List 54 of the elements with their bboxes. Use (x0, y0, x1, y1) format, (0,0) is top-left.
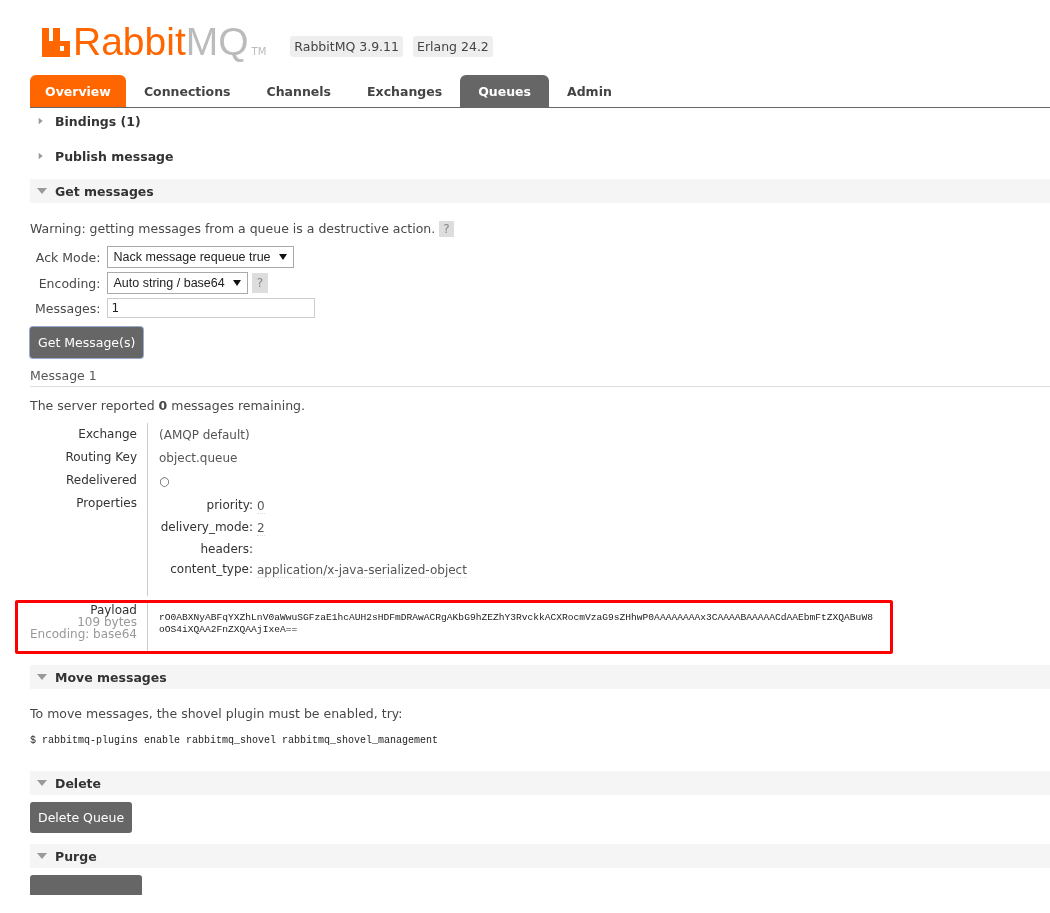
section-header[interactable]: Publish message (30, 144, 1050, 168)
collapse-arrow-icon[interactable] (36, 672, 48, 682)
command-text: $ rabbitmq-plugins enable rabbitmq_shovel rabbitmq_shovel_management (30, 735, 440, 746)
delete-queue-button[interactable]: Delete Queue (30, 802, 133, 833)
payload-encoding: Encoding: base64 (29, 628, 137, 640)
nav-tab[interactable]: Connections (125, 75, 249, 107)
section-header[interactable]: Get messages (30, 179, 1050, 203)
field-label: Ack Mode: (35, 249, 101, 265)
property-key: headers: (200, 536, 253, 556)
nav-tab[interactable]: Admin (549, 75, 630, 107)
rabbit-logo-icon (42, 27, 70, 57)
remaining-text: The server reported 0 messages remaining. (30, 398, 306, 413)
property-key: content_type: (170, 556, 253, 578)
section-header[interactable]: Purge (30, 844, 1050, 868)
field-label: Exchange (78, 427, 137, 441)
section-header[interactable]: Bindings (1) (30, 109, 1050, 133)
nav-tab[interactable]: Exchanges (349, 75, 461, 107)
version-badge: Erlang 24.2 (413, 35, 493, 57)
logo-suffix: MQ (185, 21, 249, 61)
property-value: application/x-java-serialized-object (257, 556, 467, 578)
nav-tab[interactable]: Queues (460, 75, 549, 107)
field-label: Encoding: (38, 275, 101, 291)
collapse-arrow-icon[interactable] (36, 778, 48, 788)
caret-icon (278, 254, 287, 260)
section-header[interactable]: Delete (30, 771, 1050, 795)
field-label: Messages: (35, 300, 101, 316)
property-key: delivery_mode: (160, 514, 253, 536)
trademark-mark: TM (251, 45, 267, 57)
payload-label: Payload (90, 604, 137, 616)
field-label: Redelivered (66, 473, 137, 487)
get-messages-button[interactable]: Get Message(s) (30, 327, 144, 358)
field-label: Properties (76, 496, 137, 510)
dropdown[interactable]: Nack message requeue true (106, 246, 294, 268)
payload-value: rO0ABXNyABFqYXZhLnV0aWwuSGFzaE1hcAUH2sHDFmDRAwACRgAKbG9hZEZhY3RvckkACXRocmVzaG9sZHhwP0AAAAAAAAx3CAAAABAAAAACdAAEbmFtZXQABuW8oOS4iXQAA2FnZXQAAjIxeA== (159, 612, 873, 635)
section-header[interactable]: Move messages (30, 665, 1050, 689)
collapse-arrow-icon[interactable] (36, 851, 48, 861)
caret-icon (232, 280, 241, 286)
dropdown[interactable]: Auto string / base64 (106, 272, 248, 294)
warning-text: Warning: getting messages from a queue is a destructive action. (30, 221, 436, 236)
version-badge: RabbitMQ 3.9.11 (290, 35, 403, 57)
property-value: 2 (257, 514, 265, 536)
field-value: (AMQP default) (159, 428, 250, 442)
messages-count-field[interactable]: 1 (106, 298, 315, 318)
collapse-arrow-icon[interactable] (36, 186, 48, 196)
message-title: Message 1 (30, 368, 1050, 387)
logo-brand: Rabbit (73, 21, 186, 61)
payload-size: 109 bytes (77, 616, 137, 628)
property-value: 0 (257, 492, 265, 514)
field-label: Routing Key (65, 450, 137, 464)
field-value: ○ (159, 474, 170, 488)
property-key: priority: (206, 492, 253, 514)
move-info-text: To move messages, the shovel plugin must be enabled, try: (30, 706, 404, 721)
field-value: object.queue (159, 451, 238, 465)
nav-tab[interactable]: Channels (248, 75, 350, 107)
